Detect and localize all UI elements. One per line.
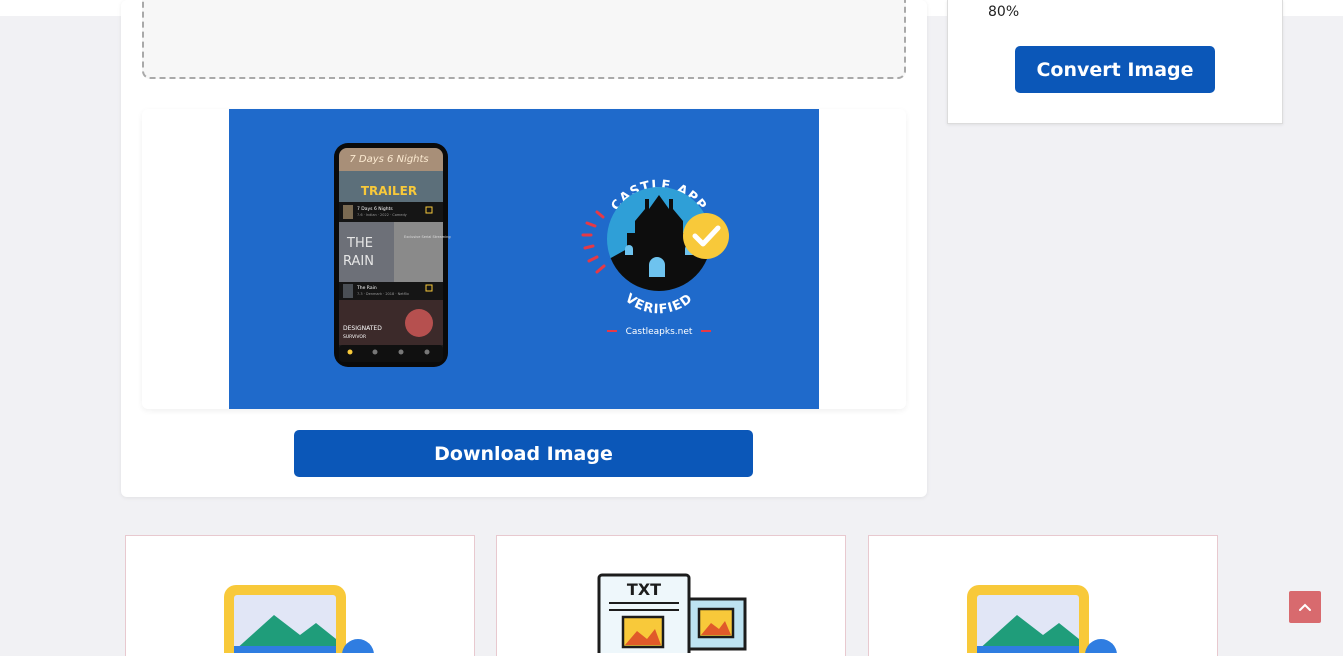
preview-artwork: 7 Days 6 Nights TRAILER 7 Days 6 Nights … [334,143,729,367]
converter-card: 7 Days 6 Nights TRAILER 7 Days 6 Nights … [121,0,927,497]
svg-text:DESIGNATED: DESIGNATED [343,325,382,332]
quality-value: 80% [988,4,1020,20]
svg-text:7.6 · Indian · 2022 · Comedy: 7.6 · Indian · 2022 · Comedy [357,213,407,217]
svg-text:RAIN: RAIN [343,254,374,269]
svg-text:Castleapks.net: Castleapks.net [626,327,693,337]
download-image-button[interactable]: Download Image [294,430,753,477]
txt-image-icon: TXT [597,573,747,653]
upload-dropzone[interactable] [142,0,906,79]
svg-text:THE: THE [346,236,373,251]
tool-card-2[interactable]: TXT [496,535,846,656]
svg-text:VERIFIED: VERIFIED [622,291,696,317]
svg-text:TXT: TXT [627,580,661,599]
svg-text:Exclusive Serial Streaming: Exclusive Serial Streaming [404,235,451,239]
tool-card-3[interactable] [868,535,1218,656]
svg-text:SURVIVOR: SURVIVOR [343,334,366,340]
image-convert-icon [967,585,1117,653]
tool-card-1[interactable] [125,535,475,656]
conversion-settings-card: 80% Convert Image [947,0,1283,124]
convert-image-button[interactable]: Convert Image [1015,46,1215,93]
svg-text:7 Days 6 Nights: 7 Days 6 Nights [349,154,428,165]
castle-verified-badge: CASTLE APP VERIFIED Castleapks.net [581,178,729,337]
chevron-up-icon [1299,603,1311,611]
svg-text:7 Days 6 Nights: 7 Days 6 Nights [357,206,393,212]
svg-text:The Rain: The Rain [356,285,377,291]
phone-mockup: 7 Days 6 Nights TRAILER 7 Days 6 Nights … [334,143,451,367]
converted-image-preview: 7 Days 6 Nights TRAILER 7 Days 6 Nights … [229,109,819,409]
image-convert-icon [224,585,374,653]
svg-text:7.3 · Denmark · 2018 · Netflix: 7.3 · Denmark · 2018 · Netflix [357,292,409,296]
scroll-to-top-button[interactable] [1289,591,1321,623]
svg-text:TRAILER: TRAILER [361,184,417,198]
image-preview-frame: 7 Days 6 Nights TRAILER 7 Days 6 Nights … [142,109,906,409]
